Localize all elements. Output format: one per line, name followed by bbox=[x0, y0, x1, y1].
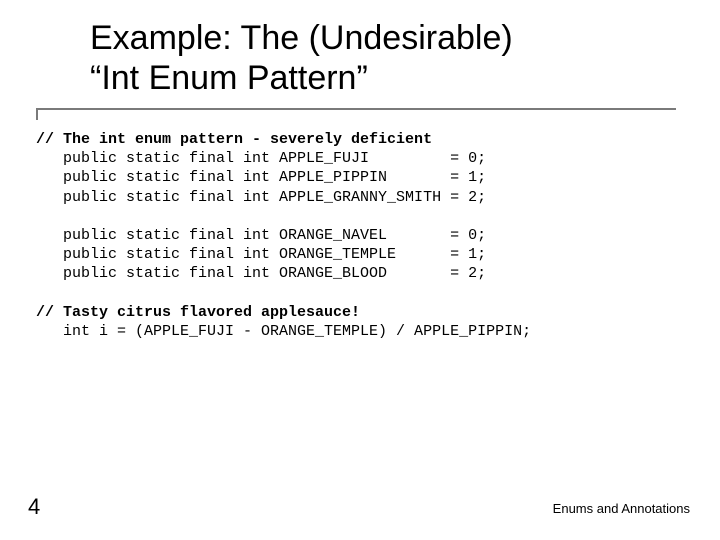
title-underline bbox=[36, 108, 676, 110]
code-line-orange-temple: public static final int ORANGE_TEMPLE = … bbox=[36, 246, 486, 263]
title-line-2: “Int Enum Pattern” bbox=[90, 58, 680, 98]
code-line-expr: int i = (APPLE_FUJI - ORANGE_TEMPLE) / A… bbox=[36, 323, 531, 340]
title-line-1: Example: The (Undesirable) bbox=[90, 18, 680, 58]
footer-text: Enums and Annotations bbox=[553, 501, 690, 516]
code-comment-2: // Tasty citrus flavored applesauce! bbox=[36, 304, 360, 321]
code-comment-1: // The int enum pattern - severely defic… bbox=[36, 131, 432, 148]
code-line-apple-fuji: public static final int APPLE_FUJI = 0; bbox=[36, 150, 486, 167]
slide: Example: The (Undesirable) “Int Enum Pat… bbox=[0, 0, 720, 540]
title-tick bbox=[36, 108, 38, 120]
code-line-apple-pippin: public static final int APPLE_PIPPIN = 1… bbox=[36, 169, 486, 186]
code-line-orange-blood: public static final int ORANGE_BLOOD = 2… bbox=[36, 265, 486, 282]
page-number: 4 bbox=[28, 494, 40, 520]
slide-title: Example: The (Undesirable) “Int Enum Pat… bbox=[90, 18, 680, 98]
code-line-orange-navel: public static final int ORANGE_NAVEL = 0… bbox=[36, 227, 486, 244]
code-line-apple-granny: public static final int APPLE_GRANNY_SMI… bbox=[36, 189, 486, 206]
code-block: // The int enum pattern - severely defic… bbox=[36, 130, 684, 341]
